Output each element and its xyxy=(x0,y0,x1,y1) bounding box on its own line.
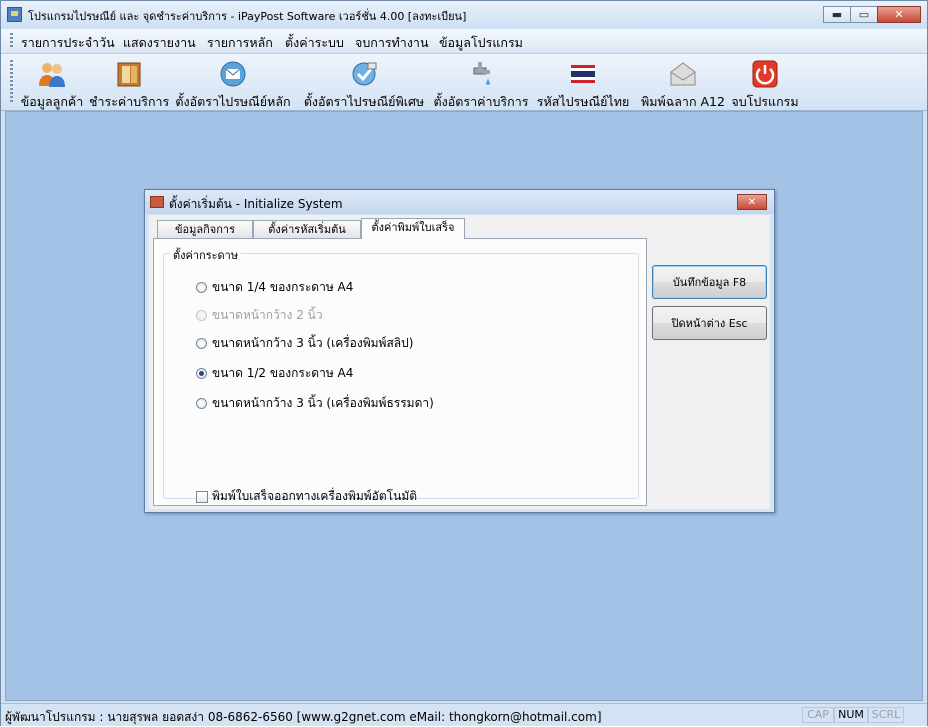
window-controls: ▬ ▭ ✕ xyxy=(823,6,921,23)
dialog-close-button[interactable]: ✕ xyxy=(737,194,767,210)
num-lock-indicator: NUM xyxy=(834,707,868,723)
maximize-button[interactable]: ▭ xyxy=(850,6,878,23)
toolbar-main-mail-rate-button[interactable]: ตั้งอัตราไปรษณีย์หลัก xyxy=(171,56,295,109)
toolbar-label: ตั้งอัตราค่าบริการ xyxy=(433,94,529,109)
close-button[interactable]: ✕ xyxy=(877,6,921,23)
menu-reports[interactable]: แสดงรายงาน xyxy=(123,33,196,53)
customers-icon xyxy=(39,63,65,87)
toolbar-label: ตั้งอัตราไปรษณีย์หลัก xyxy=(175,94,291,109)
close-window-button[interactable]: ปิดหน้าต่าง Esc xyxy=(652,306,767,340)
radio-indicator xyxy=(196,367,207,379)
checkbox-box xyxy=(196,490,208,503)
toolbar-special-mail-rate-button[interactable]: ตั้งอัตราไปรษณีย์พิเศษ xyxy=(297,56,431,109)
toolbar-label: ข้อมูลลูกค้า xyxy=(20,94,84,109)
radio-label: ขนาด 1/2 ของกระดาษ A4 xyxy=(212,365,354,380)
toolbar-label: จบโปรแกรม xyxy=(731,94,799,109)
power-icon xyxy=(752,60,778,88)
thai-flag-icon xyxy=(571,65,595,83)
toolbar-payment-button[interactable]: ชำระค่าบริการ xyxy=(89,56,169,109)
menu-daily-transactions[interactable]: รายการประจำวัน xyxy=(21,33,115,53)
toolbar-service-rate-button[interactable]: ตั้งอัตราค่าบริการ xyxy=(433,56,529,109)
menu-bar: รายการประจำวัน แสดงรายงาน รายการหลัก ตั้… xyxy=(1,29,927,54)
toolbar-label: ตั้งอัตราไปรษณีย์พิเศษ xyxy=(303,94,425,109)
radio-indicator xyxy=(196,281,207,293)
radio-indicator xyxy=(196,397,207,409)
dialog-title-bar[interactable]: ตั้งค่าเริ่มต้น - Initialize System ✕ xyxy=(145,190,774,214)
menu-grip[interactable] xyxy=(10,33,13,49)
radio-2-inch[interactable]: ขนาดหน้ากว้าง 2 นิ้ว xyxy=(196,307,323,323)
radio-half-a4[interactable]: ขนาด 1/2 ของกระดาษ A4 xyxy=(196,365,353,381)
dialog-title: ตั้งค่าเริ่มต้น - Initialize System xyxy=(169,197,343,211)
mail-rate-icon xyxy=(220,61,246,87)
title-bar[interactable]: โปรแกรมไปรษณีย์ และ จุดชำระค่าบริการ - i… xyxy=(1,1,927,29)
toolbar-thai-postcode-button[interactable]: รหัสไปรษณีย์ไทย xyxy=(531,56,635,109)
menu-main-items[interactable]: รายการหลัก xyxy=(207,33,273,53)
caps-lock-indicator: CAP xyxy=(802,707,834,723)
status-bar: ผู้พัฒนาโปรแกรม : นายสุรพล ยอดสง่า 08-68… xyxy=(1,703,927,726)
toolbar: ข้อมูลลูกค้า ชำระค่าบริการ ตั้งอัตราไปรษ… xyxy=(1,54,927,111)
main-window: โปรแกรมไปรษณีย์ และ จุดชำระค่าบริการ - i… xyxy=(0,0,928,726)
menu-system-settings[interactable]: ตั้งค่าระบบ xyxy=(285,33,344,53)
save-button[interactable]: บันทึกข้อมูล F8 xyxy=(652,265,767,299)
radio-quarter-a4[interactable]: ขนาด 1/4 ของกระดาษ A4 xyxy=(196,279,353,295)
app-icon xyxy=(7,7,22,22)
scroll-lock-indicator: SCRL xyxy=(868,707,904,723)
toolbar-label: ชำระค่าบริการ xyxy=(89,94,170,109)
toolbar-customers-button[interactable]: ข้อมูลลูกค้า xyxy=(17,56,87,109)
paper-settings-group: ตั้งค่ากระดาษ ขนาด 1/4 ของกระดาษ A4 ขนาด… xyxy=(163,246,639,503)
radio-label: ขนาดหน้ากว้าง 3 นิ้ว (เครื่องพิมพ์ธรรมดา… xyxy=(212,395,434,410)
radio-3-inch-normal[interactable]: ขนาดหน้ากว้าง 3 นิ้ว (เครื่องพิมพ์ธรรมดา… xyxy=(196,395,434,411)
tab-business-info[interactable]: ข้อมูลกิจการ xyxy=(157,220,253,238)
tab-receipt-printing[interactable]: ตั้งค่าพิมพ์ใบเสร็จ xyxy=(361,218,465,239)
minimize-button[interactable]: ▬ xyxy=(823,6,851,23)
radio-label: ขนาดหน้ากว้าง 3 นิ้ว (เครื่องพิมพ์สลิป) xyxy=(212,335,414,350)
menu-about[interactable]: ข้อมูลโปรแกรม xyxy=(439,33,523,53)
tab-panel-receipt-printing: ตั้งค่ากระดาษ ขนาด 1/4 ของกระดาษ A4 ขนาด… xyxy=(153,238,647,506)
radio-indicator xyxy=(196,337,207,349)
radio-indicator xyxy=(196,309,207,321)
payment-book-icon xyxy=(117,62,141,87)
radio-3-inch-slip[interactable]: ขนาดหน้ากว้าง 3 นิ้ว (เครื่องพิมพ์สลิป) xyxy=(196,335,413,351)
tab-initial-codes[interactable]: ตั้งค่ารหัสเริ่มต้น xyxy=(253,220,361,238)
toolbox-icon xyxy=(150,196,164,208)
radio-label: ขนาดหน้ากว้าง 2 นิ้ว xyxy=(212,307,323,322)
dialog-client-area: ข้อมูลกิจการ ตั้งค่ารหัสเริ่มต้น ตั้งค่า… xyxy=(149,215,770,509)
group-title: ตั้งค่ากระดาษ xyxy=(170,246,242,264)
toolbar-grip[interactable] xyxy=(10,60,13,104)
toolbar-exit-button[interactable]: จบโปรแกรม xyxy=(729,56,801,109)
envelope-icon xyxy=(670,62,696,86)
developer-info: ผู้พัฒนาโปรแกรม : นายสุรพล ยอดสง่า 08-68… xyxy=(5,710,602,724)
radio-label: ขนาด 1/4 ของกระดาษ A4 xyxy=(212,279,354,294)
toolbar-label: รหัสไปรษณีย์ไทย xyxy=(536,94,630,109)
toolbar-label: พิมพ์ฉลาก A12 xyxy=(641,94,725,109)
menu-exit[interactable]: จบการทำงาน xyxy=(355,33,429,53)
initialize-system-dialog: ตั้งค่าเริ่มต้น - Initialize System ✕ ข้… xyxy=(144,189,775,513)
window-title: โปรแกรมไปรษณีย์ และ จุดชำระค่าบริการ - i… xyxy=(28,10,467,23)
service-rate-icon xyxy=(473,62,490,85)
toolbar-print-label-button[interactable]: พิมพ์ฉลาก A12 xyxy=(637,56,729,109)
checkbox-label: พิมพ์ใบเสร็จออกทางเครื่องพิมพ์อัตโนมัติ xyxy=(212,489,418,503)
auto-print-checkbox[interactable]: พิมพ์ใบเสร็จออกทางเครื่องพิมพ์อัตโนมัติ xyxy=(196,487,417,506)
special-rate-icon xyxy=(352,62,377,86)
